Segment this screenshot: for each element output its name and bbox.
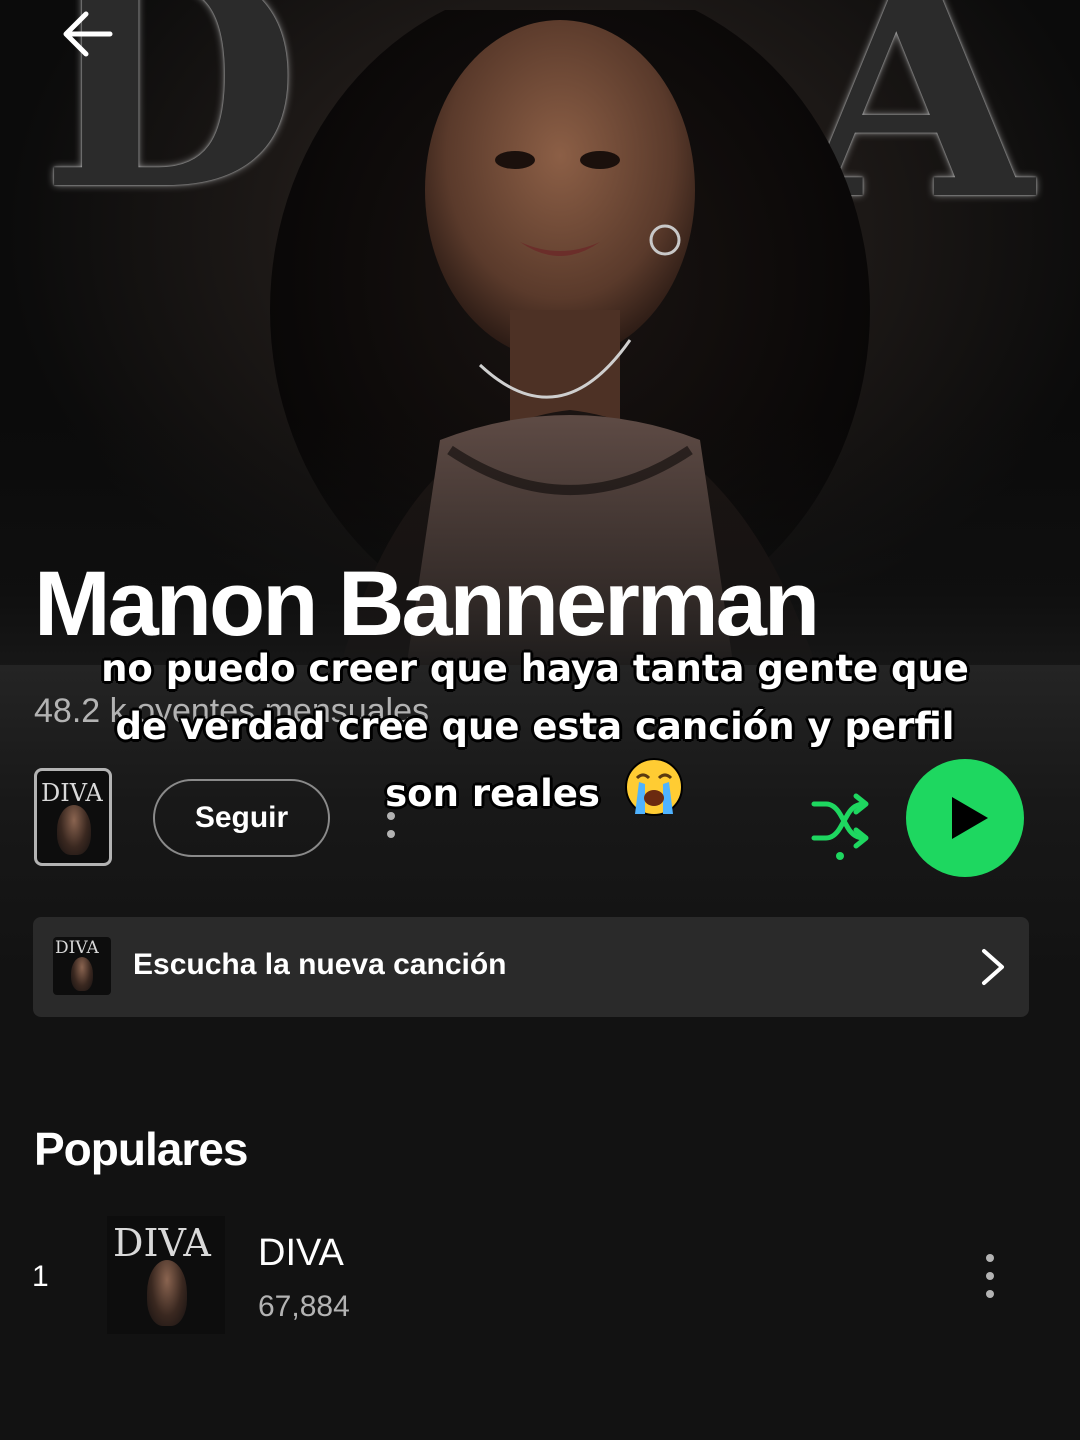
- track-more-options-icon[interactable]: [980, 1246, 1000, 1306]
- track-title: DIVA: [258, 1232, 344, 1274]
- chevron-right-icon: [982, 949, 1004, 985]
- video-caption-overlay: no puedo creer que haya tanta gente que …: [70, 640, 1000, 823]
- track-cover: DIVA: [107, 1216, 225, 1334]
- popular-section-title: Populares: [34, 1123, 248, 1175]
- caption-line-2: de verdad cree que esta canción y perfil: [115, 705, 955, 748]
- cover-text: DIVA: [55, 938, 99, 958]
- caption-line-3-wrap: son reales: [70, 756, 1000, 823]
- caption-line-3: son reales: [385, 772, 600, 815]
- new-release-banner[interactable]: DIVA Escucha la nueva canción: [33, 917, 1029, 1017]
- new-release-label: Escucha la nueva canción: [133, 948, 507, 981]
- new-release-cover: DIVA: [53, 937, 111, 995]
- crying-face-emoji-icon: [624, 758, 683, 816]
- cover-text: DIVA: [113, 1221, 211, 1265]
- back-arrow-icon[interactable]: [58, 8, 118, 60]
- track-play-count: 67,884: [258, 1290, 350, 1323]
- track-number: 1: [32, 1260, 49, 1293]
- track-row[interactable]: 1 DIVA DIVA 67,884: [0, 1212, 1080, 1340]
- caption-line-1: no puedo creer que haya tanta gente que: [101, 647, 969, 690]
